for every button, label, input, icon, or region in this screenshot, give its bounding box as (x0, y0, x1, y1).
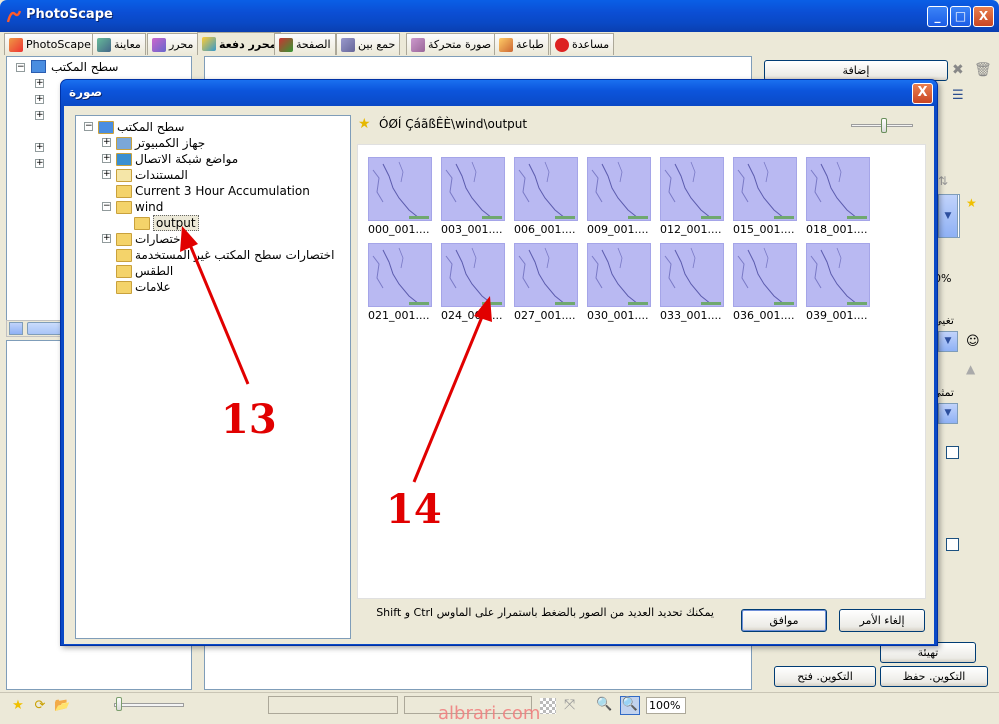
annotation-13: 13 (221, 396, 277, 443)
arrow-13 (180, 226, 250, 385)
annotation-arrows (180, 226, 492, 483)
arrow-14 (412, 296, 492, 483)
annotation-14: 14 (386, 486, 442, 533)
